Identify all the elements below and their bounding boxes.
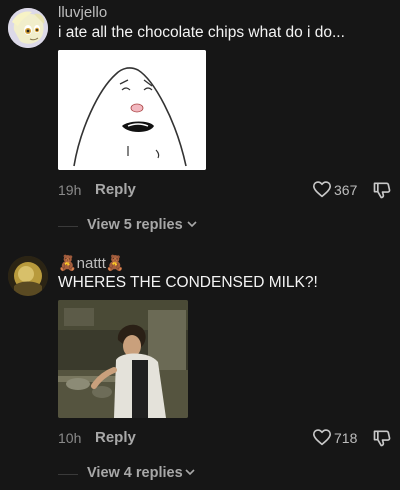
username[interactable]: 🧸nattt🧸 [58,254,125,272]
chevron-down-icon [187,221,197,228]
like-button[interactable]: 718 [312,426,364,450]
user-avatar[interactable] [8,8,48,48]
like-count: 367 [334,182,358,198]
timestamp: 19h [58,182,82,198]
heart-icon [313,181,331,198]
heart-icon [313,429,331,446]
comment-text: WHERES THE CONDENSED MILK?! [58,274,318,291]
view-replies-label: View 4 replies [87,465,183,481]
comment-actions: 19h Reply 367 [0,178,400,202]
meme-face-drawing-icon [58,50,206,170]
user-avatar[interactable] [8,256,48,296]
reply-button[interactable]: Reply [95,181,136,198]
thumbs-down-icon [373,430,391,447]
dislike-button[interactable] [372,426,394,450]
view-replies-label: View 5 replies [87,217,183,233]
comment-image[interactable] [58,300,188,418]
kitchen-chef-photo-icon [58,300,188,418]
pony-avatar-icon [8,8,48,48]
comment-actions: 10h Reply 718 [0,426,400,450]
thumbs-down-icon [373,182,391,199]
reply-button[interactable]: Reply [95,429,136,446]
dislike-button[interactable] [372,178,394,202]
chevron-down-icon [185,469,195,476]
divider [58,474,78,475]
username[interactable]: lluvjello [58,4,107,21]
divider [58,226,78,227]
like-count: 718 [334,430,358,446]
comment-text: i ate all the chocolate chips what do i … [58,24,345,41]
like-button[interactable]: 367 [312,178,364,202]
photo-avatar-icon [8,256,48,296]
timestamp: 10h [58,430,82,446]
comment-image[interactable] [58,50,206,170]
